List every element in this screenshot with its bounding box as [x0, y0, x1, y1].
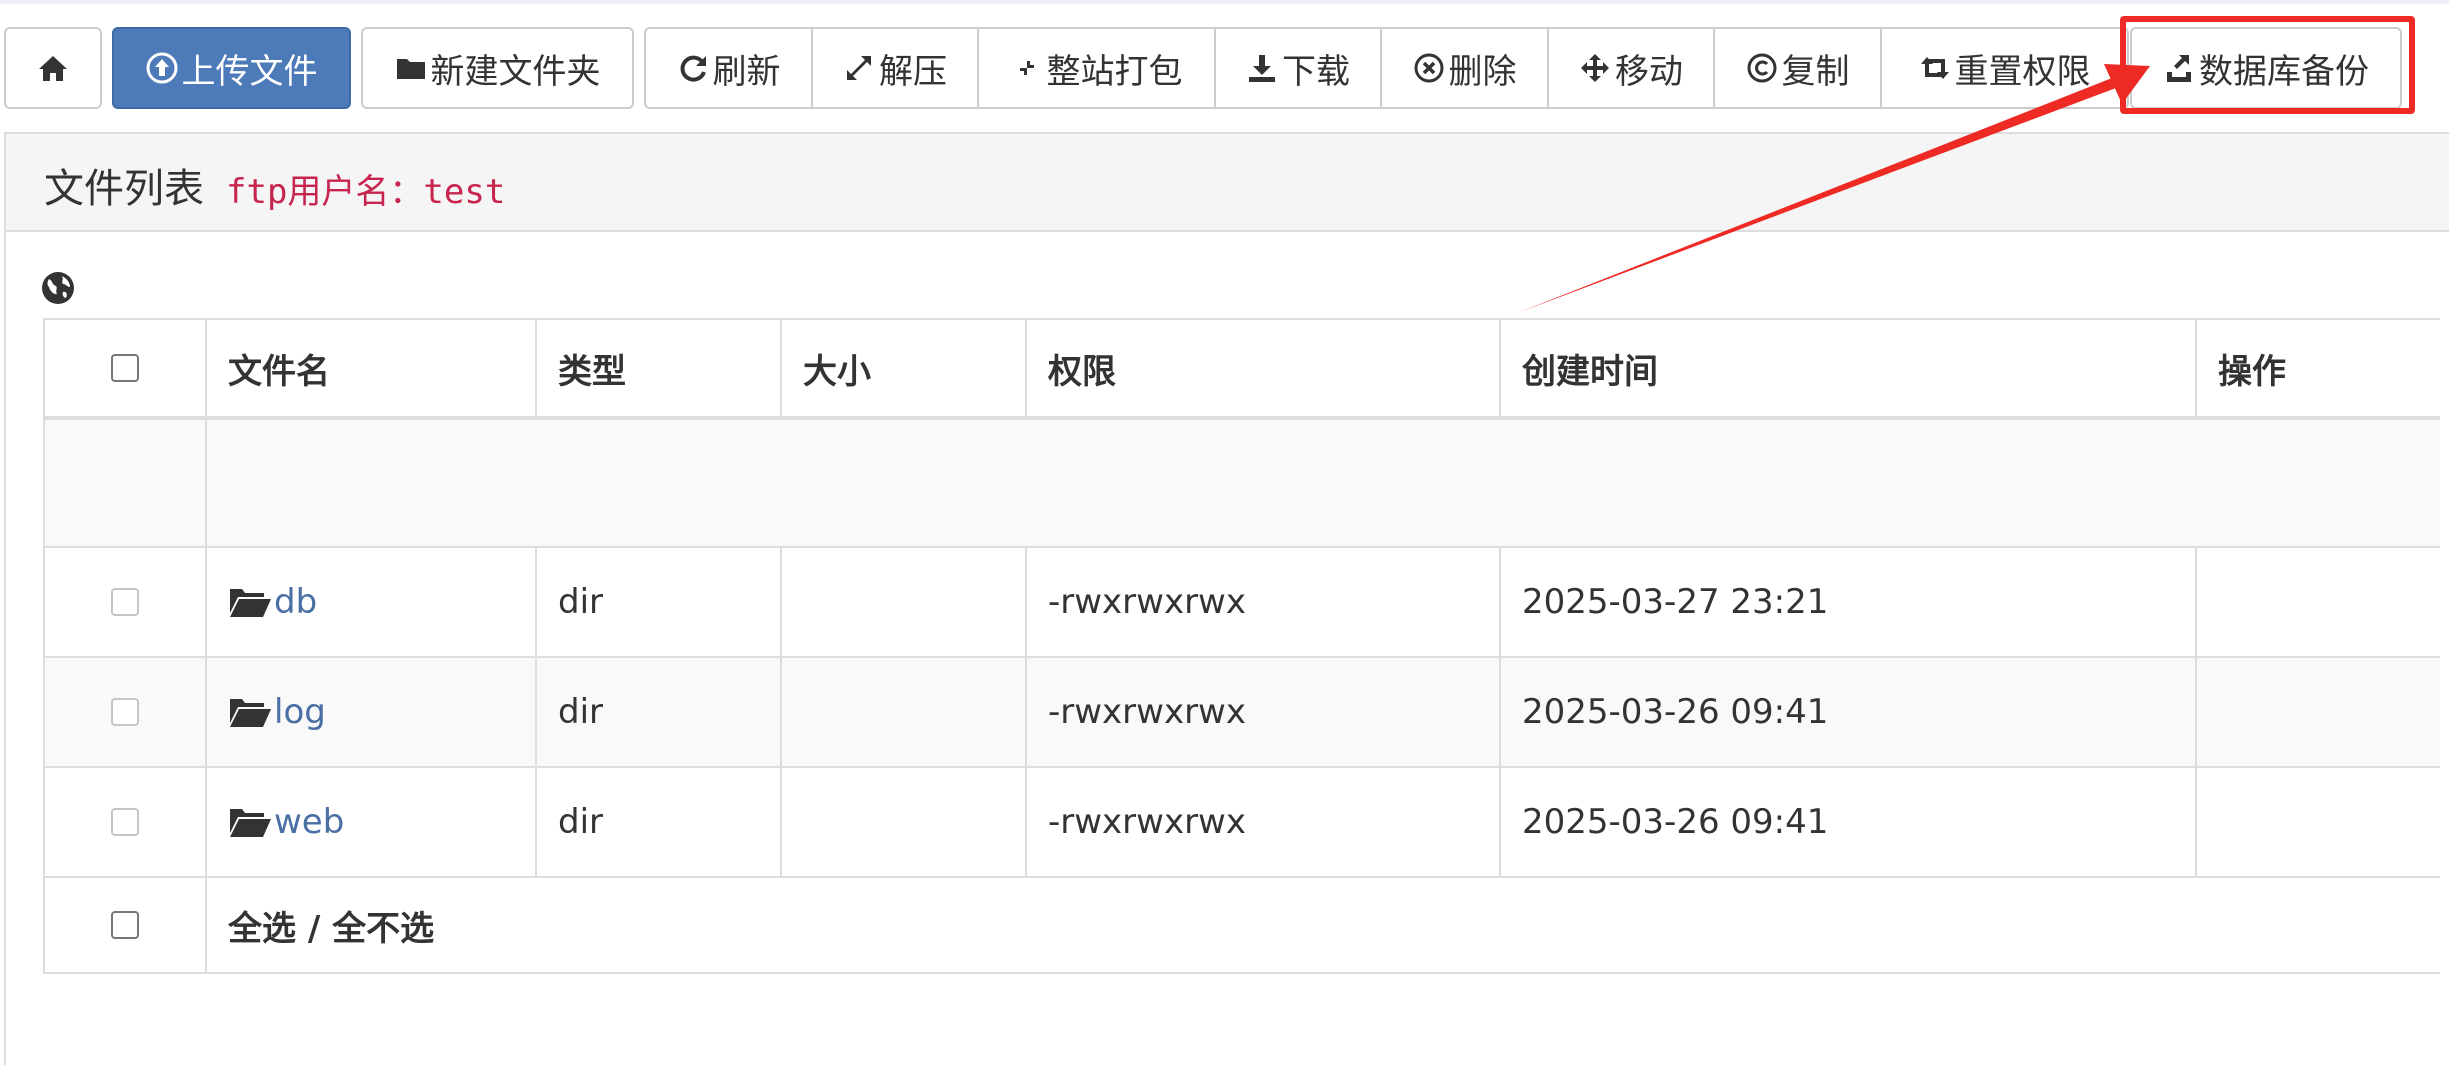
row-log-created: 2025-03-26 09:41 [1501, 658, 2197, 768]
row-db-size [782, 548, 1027, 658]
empty-row-select-cell [45, 420, 207, 548]
row-web-permission: -rwxrwxrwx [1027, 768, 1501, 878]
row-web-checkbox[interactable] [111, 808, 139, 836]
row-web-action [2197, 768, 2440, 878]
row-web-type: dir [537, 768, 782, 878]
folder-open-icon [230, 809, 271, 837]
row-web-select-cell [45, 768, 207, 878]
row-log-name-cell[interactable]: log [207, 658, 537, 768]
delete-icon [1414, 53, 1443, 83]
row-web-size [782, 768, 1027, 878]
row-db-type: dir [537, 548, 782, 658]
row-log-checkbox[interactable] [111, 698, 139, 726]
folder-open-icon [230, 589, 271, 617]
row-db-permission: -rwxrwxrwx [1027, 548, 1501, 658]
header-select-checkbox[interactable] [111, 354, 139, 382]
row-db-name-link[interactable]: db [274, 582, 317, 622]
row-log-select-cell [45, 658, 207, 768]
row-log-type: dir [537, 658, 782, 768]
row-db-checkbox[interactable] [111, 588, 139, 616]
panel-heading: 文件列表 ftp用户名：test [6, 134, 2449, 232]
new-folder-button[interactable]: 新建文件夹 [361, 27, 634, 109]
row-db-created: 2025-03-27 23:21 [1501, 548, 2197, 658]
move-button[interactable]: 移动 [1548, 27, 1714, 109]
download-button[interactable]: 下载 [1215, 27, 1381, 109]
compress-icon [1014, 56, 1039, 80]
header-created-time[interactable]: 创建时间 [1501, 320, 2197, 420]
header-action: 操作 [2197, 320, 2440, 420]
reset-icon [1920, 57, 1949, 79]
header-size[interactable]: 大小 [782, 320, 1027, 420]
select-all-label[interactable]: 全选 / 全不选 [207, 878, 2440, 974]
row-log-size [782, 658, 1027, 768]
row-web-name-link[interactable]: web [274, 802, 344, 842]
upload-button[interactable]: 上传文件 [112, 27, 351, 109]
row-db-select-cell [45, 548, 207, 658]
delete-button[interactable]: 删除 [1381, 27, 1548, 109]
refresh-icon [680, 55, 706, 82]
expand-icon [847, 56, 871, 80]
parent-directory-row[interactable] [207, 420, 2440, 548]
row-log-name-link[interactable]: log [274, 692, 326, 732]
row-db-action [2197, 548, 2440, 658]
footer-select-cell [45, 878, 207, 974]
reset-permissions-button[interactable]: 重置权限 [1881, 27, 2129, 109]
row-web-name-cell[interactable]: web [207, 768, 537, 878]
panel-title: 文件列表 [44, 166, 204, 212]
copy-button[interactable]: 复制 [1714, 27, 1881, 109]
row-web-created: 2025-03-26 09:41 [1501, 768, 2197, 878]
download-icon [1249, 55, 1275, 82]
annotation-highlight-box [2120, 16, 2415, 114]
ftp-username: ftp用户名：test [226, 172, 506, 212]
extract-button[interactable]: 解压 [812, 27, 978, 109]
refresh-button[interactable]: 刷新 [644, 27, 812, 109]
copyright-icon [1747, 53, 1776, 83]
header-select-cell [45, 320, 207, 420]
upload-icon [146, 52, 177, 84]
header-name[interactable]: 文件名 [207, 320, 537, 420]
header-type[interactable]: 类型 [537, 320, 782, 420]
row-db-name-cell[interactable]: db [207, 548, 537, 658]
home-icon [39, 56, 67, 81]
pack-site-button[interactable]: 整站打包 [978, 27, 1215, 109]
top-border [0, 0, 2449, 4]
home-button[interactable] [4, 27, 102, 109]
move-icon [1581, 54, 1609, 82]
folder-open-icon [230, 699, 271, 727]
header-permission[interactable]: 权限 [1027, 320, 1501, 420]
select-all-checkbox[interactable] [111, 911, 139, 939]
row-log-permission: -rwxrwxrwx [1027, 658, 1501, 768]
folder-icon [396, 59, 425, 79]
row-log-action [2197, 658, 2440, 768]
globe-icon[interactable] [40, 270, 76, 306]
file-table: 文件名 类型 大小 权限 创建时间 操作 db dir -rwxrwxrwx 2… [43, 318, 2440, 974]
